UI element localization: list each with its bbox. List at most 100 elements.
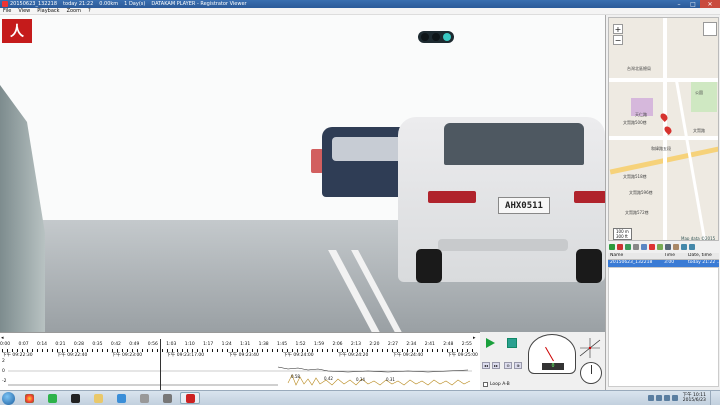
taskbar-datakam[interactable] [180, 392, 200, 404]
value-label: 0.34 [356, 377, 365, 382]
clock-time-label: 下午 09:23:00 [111, 353, 143, 358]
offset-ticks: 0:00 0:07 0:14 0:21 0:28 0:35 0:42 0:49 0:56 1:03… [0, 342, 480, 349]
datakam-icon [185, 393, 195, 403]
traffic-light [418, 31, 454, 43]
zoom-out-timeline-button[interactable]: ⊖ [504, 362, 512, 369]
offset-tick-label: 0:00 [0, 342, 11, 347]
loop-checkbox[interactable] [483, 382, 488, 387]
video-frame[interactable]: 人 AHX0511 [0, 15, 605, 332]
taskbar-explorer[interactable] [88, 392, 108, 404]
print-icon[interactable] [665, 244, 671, 250]
traffic-lamp [432, 33, 440, 41]
volume-icon[interactable] [671, 395, 678, 401]
day-count: 1 Day(s) [124, 1, 146, 7]
map-label: 文賢路572巷 [625, 210, 649, 215]
graph-plot [8, 366, 472, 386]
offset-tick-label: 2:48 [443, 342, 454, 347]
map-view[interactable]: 台灣北區總局 文賢路500巷 文賢路518巷 文賢路596巷 文賢路572巷 和… [608, 17, 719, 241]
file-list-row[interactable]: 20150623_132218 3:00 today 21:22 ... [608, 260, 719, 267]
tire [576, 249, 602, 283]
taskbar-clock[interactable]: 下午 10:11 2015/6/23 [683, 393, 706, 403]
col-time-header[interactable]: Time [664, 253, 688, 259]
app-icon [70, 393, 80, 403]
g-sensor-graph[interactable]: 2 0 -2 0.58 0.42 0.34 0.31 [2, 359, 472, 389]
zoom-in-timeline-button[interactable]: ⊕ [514, 362, 522, 369]
taskbar-ie[interactable] [111, 392, 131, 404]
refresh-icon[interactable] [625, 244, 631, 250]
loop-label: Loop A-B [490, 382, 510, 387]
map-zoom-out-button[interactable]: − [613, 35, 623, 45]
menu-file[interactable]: File [3, 8, 11, 14]
menu-view[interactable]: View [18, 8, 30, 14]
offset-tick-label: 0:28 [73, 342, 84, 347]
file-date: today 21:22 [63, 1, 94, 7]
settings-icon[interactable] [673, 244, 679, 250]
compass-icon [580, 362, 602, 384]
menu-playback[interactable]: Playback [37, 8, 59, 14]
file-list-body[interactable] [608, 267, 719, 387]
offset-tick-label: 2:06 [332, 342, 343, 347]
tunnel-wall [0, 85, 45, 332]
map-layers-icon[interactable] [703, 22, 717, 36]
play-button[interactable] [486, 338, 495, 348]
timeline-panel[interactable]: ◂ ▸ 0:00 0:07 0:14 0:21 0:28 0:35 0:42 0:49 0:56… [0, 332, 480, 391]
network-icon[interactable] [663, 395, 670, 401]
tray-icon[interactable] [655, 395, 662, 401]
tail-light [428, 191, 476, 203]
offset-tick-label: 1:38 [258, 342, 269, 347]
menu-help[interactable]: ? [88, 8, 91, 14]
taskbar-tool[interactable] [134, 392, 154, 404]
copy-icon[interactable] [641, 244, 647, 250]
show-desktop-button[interactable] [710, 390, 716, 405]
playhead[interactable] [160, 339, 161, 391]
loop-ab-option[interactable]: Loop A-B [483, 382, 510, 387]
add-icon[interactable] [609, 244, 615, 250]
rewind-button[interactable]: ◂◂ [482, 362, 490, 369]
minimize-button[interactable]: – [672, 0, 686, 8]
compass-needle [591, 365, 592, 374]
app-window: 20150623_132218 today 21:22 0.00km 1 Day… [0, 0, 720, 405]
camera-logo: 人 [2, 19, 32, 43]
delete-icon[interactable] [649, 244, 655, 250]
offset-tick-label: 2:13 [350, 342, 362, 347]
clock-date: 2015/6/23 [682, 398, 706, 403]
col-name-header[interactable]: Name [608, 253, 664, 259]
offset-tick-label: 0:42 [110, 342, 121, 347]
file-name: 20150623_132218 [10, 1, 58, 7]
offset-tick-label: 1:45 [277, 342, 288, 347]
close-button[interactable]: ✕ [700, 0, 720, 8]
maximize-button[interactable]: □ [686, 0, 700, 8]
map-label: 文賢路 [693, 128, 705, 133]
scroll-right-button[interactable]: ▸ [473, 335, 479, 341]
traffic-lamp-green [443, 33, 451, 41]
offset-tick-label: 2:34 [406, 342, 417, 347]
folder-icon[interactable] [633, 244, 639, 250]
car-window [332, 137, 402, 161]
value-label: 0.31 [386, 377, 395, 382]
taskbar-app[interactable] [65, 392, 85, 404]
speedometer: 0 [528, 334, 576, 374]
taskbar-line[interactable] [42, 392, 62, 404]
tray-icon[interactable] [647, 395, 654, 401]
col-date-header[interactable]: Date, time [688, 253, 719, 259]
map-zoom-in-button[interactable]: + [613, 24, 623, 34]
taskbar-chrome[interactable] [19, 392, 39, 404]
window-title: DATAKAM PLAYER - Registrator Viewer [151, 1, 247, 7]
scroll-left-button[interactable]: ◂ [1, 335, 7, 341]
license-plate: AHX0511 [498, 197, 550, 214]
taskbar-media[interactable] [157, 392, 177, 404]
menu-zoom[interactable]: Zoom [67, 8, 81, 14]
export-icon[interactable] [657, 244, 663, 250]
offset-tick-label: 2:27 [387, 342, 398, 347]
location-pin-icon[interactable] [659, 112, 669, 122]
layout-alt-icon[interactable] [689, 244, 695, 250]
stop-button[interactable] [507, 338, 517, 348]
clock-time-label: 下午 09:25:00 [447, 353, 478, 358]
start-button[interactable] [2, 391, 15, 405]
map-park [691, 82, 717, 112]
window-controls: – □ ✕ [672, 0, 720, 8]
clock-time-label: 下午 09:22:40 [56, 353, 88, 358]
forward-button[interactable]: ▸▸ [492, 362, 500, 369]
layout-icon[interactable] [681, 244, 687, 250]
remove-icon[interactable] [617, 244, 623, 250]
